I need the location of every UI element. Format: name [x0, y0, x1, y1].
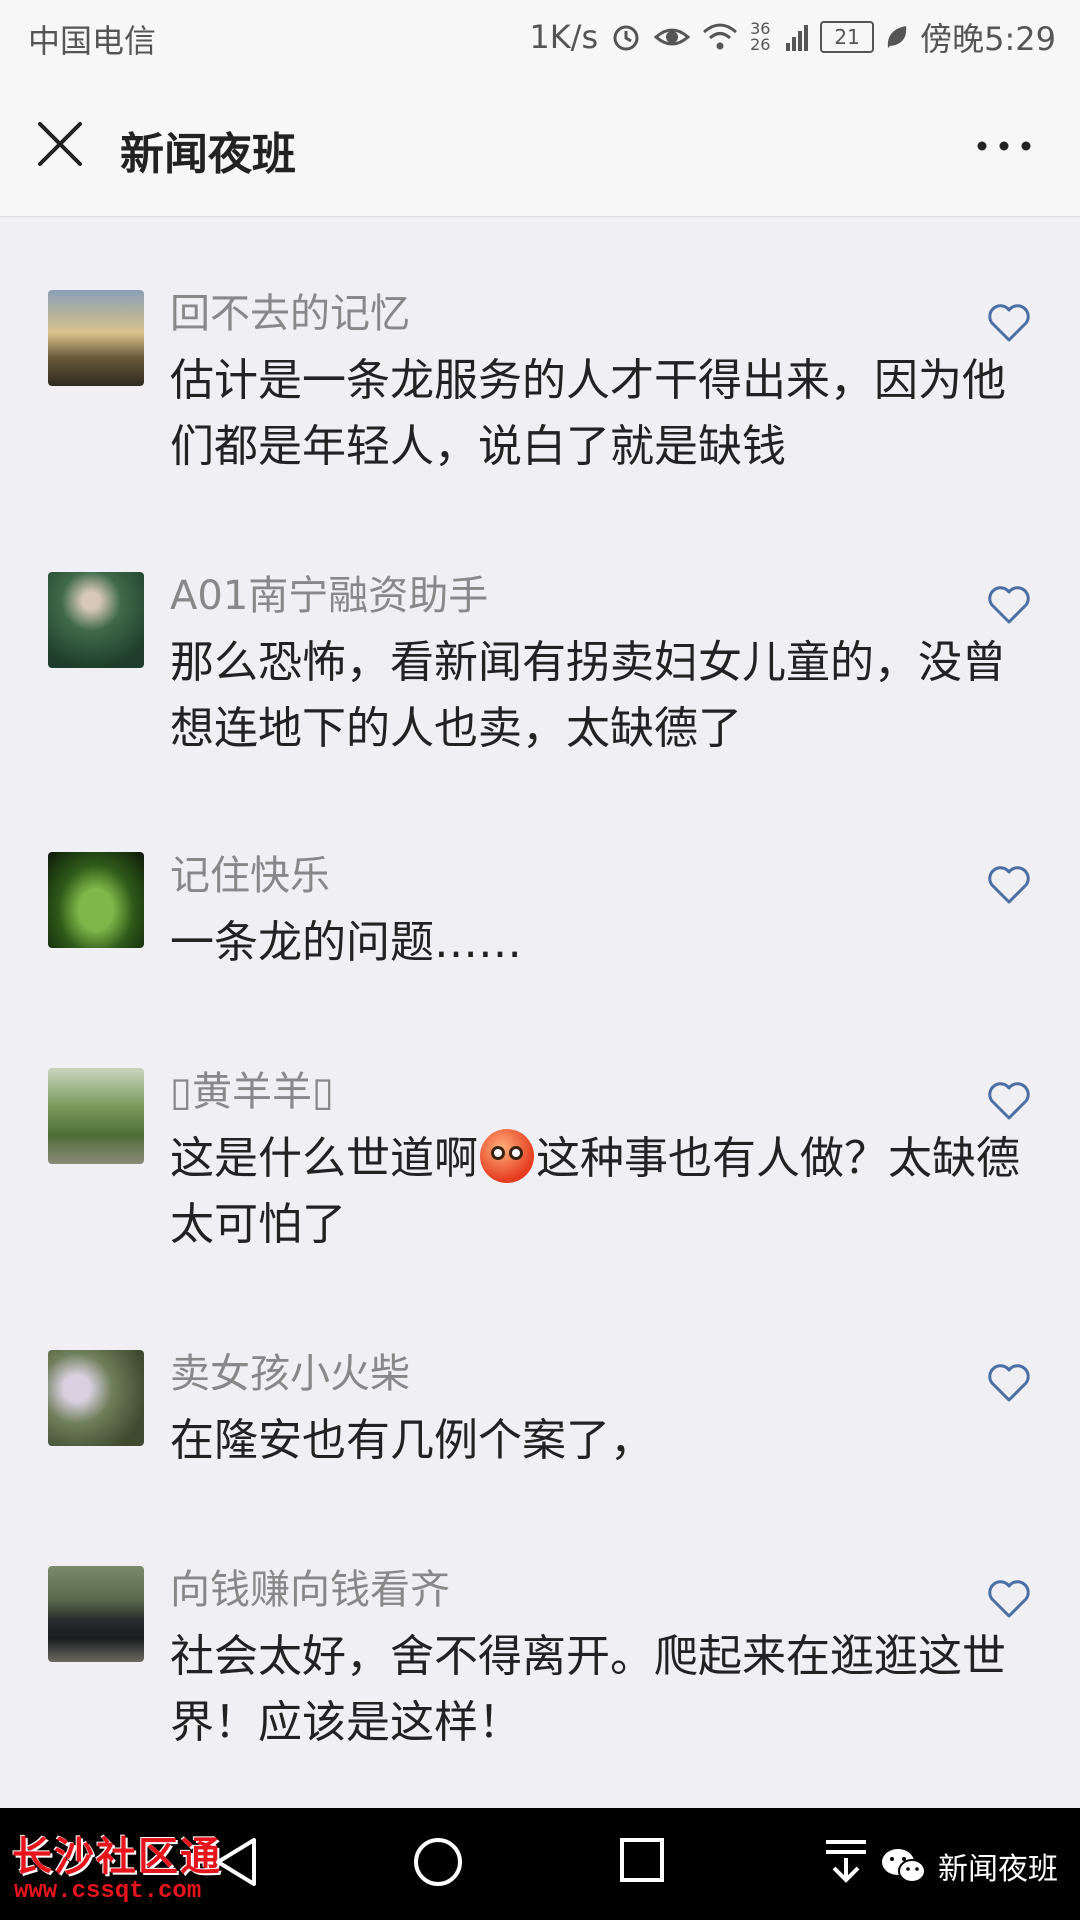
heart-outline-icon[interactable]	[986, 1578, 1032, 1620]
comment-text: 那么恐怖，看新闻有拐卖妇女儿童的，没曾想连地下的人也卖，太缺德了	[170, 637, 1006, 754]
flushed-face-emoji-icon	[480, 1129, 534, 1183]
net-speed: 1K/s	[529, 18, 599, 56]
comment-text: 一条龙的问题……	[170, 917, 522, 968]
recents-square-icon[interactable]	[618, 1836, 666, 1884]
signal-icon: 36 26	[750, 19, 771, 54]
comment-nickname[interactable]: 回不去的记忆	[170, 290, 410, 338]
page-title: 新闻夜班	[120, 129, 296, 180]
title-bar: 新闻夜班	[0, 74, 1080, 217]
leaf-icon	[887, 26, 907, 48]
clock: 傍晚5:29	[920, 20, 1056, 58]
watermark-logo-text: 长沙社区通	[12, 1833, 222, 1880]
avatar[interactable]	[48, 1068, 144, 1164]
system-nav-bar: 长沙社区通 www.cssqt.com 新闻夜班	[0, 1808, 1080, 1920]
home-circle-icon[interactable]	[412, 1836, 464, 1888]
watermark-url: www.cssqt.com	[14, 1878, 202, 1905]
heart-outline-icon[interactable]	[986, 864, 1032, 906]
comment-text: 社会太好，舍不得离开。爬起来在逛逛这世界！应该是这样！	[170, 1631, 1006, 1748]
more-dots-icon[interactable]	[974, 126, 1034, 166]
pull-down-icon[interactable]	[822, 1836, 870, 1884]
avatar[interactable]	[48, 1566, 144, 1662]
carrier-label: 中国电信	[28, 22, 157, 60]
avatar[interactable]	[48, 290, 144, 386]
battery-indicator: 21	[820, 21, 875, 53]
comment-nickname[interactable]: A01南宁融资助手	[170, 572, 488, 620]
comment-nickname[interactable]: ▯黄羊羊▯	[170, 1068, 334, 1116]
comment-nickname[interactable]: 向钱赚向钱看齐	[170, 1566, 450, 1614]
back-triangle-icon[interactable]	[212, 1836, 260, 1888]
avatar[interactable]	[48, 1350, 144, 1446]
heart-outline-icon[interactable]	[986, 1080, 1032, 1122]
comment-nickname[interactable]: 记住快乐	[170, 852, 330, 900]
comment-nickname[interactable]: 卖女孩小火柴	[170, 1350, 410, 1398]
wifi-icon	[703, 23, 738, 50]
watermark-account: 新闻夜班	[880, 1844, 1058, 1888]
status-icons: 1K/s 36 26 21 傍晚5:29	[529, 14, 1056, 60]
heart-outline-icon[interactable]	[986, 302, 1032, 344]
avatar[interactable]	[48, 572, 144, 668]
heart-outline-icon[interactable]	[986, 1362, 1032, 1404]
signal-bars-icon	[786, 25, 809, 51]
eye-icon	[654, 28, 691, 46]
wechat-icon	[882, 1849, 926, 1883]
alarm-icon	[613, 25, 639, 51]
comment-text-part: 这是什么世道啊	[170, 1133, 478, 1184]
comment-text: 这是什么世道啊 这种事也有人做？太缺德太可怕了	[170, 1126, 1030, 1258]
avatar[interactable]	[48, 852, 144, 948]
watermark-account-name: 新闻夜班	[938, 1852, 1058, 1887]
comment-text: 估计是一条龙服务的人才干得出来，因为他们都是年轻人，说白了就是缺钱	[170, 355, 1006, 472]
status-bar: 中国电信 1K/s 36 26 21 傍晚5:29	[0, 0, 1080, 74]
comment-text: 在隆安也有几例个案了，	[170, 1415, 654, 1466]
heart-outline-icon[interactable]	[986, 584, 1032, 626]
close-icon[interactable]	[34, 118, 86, 170]
